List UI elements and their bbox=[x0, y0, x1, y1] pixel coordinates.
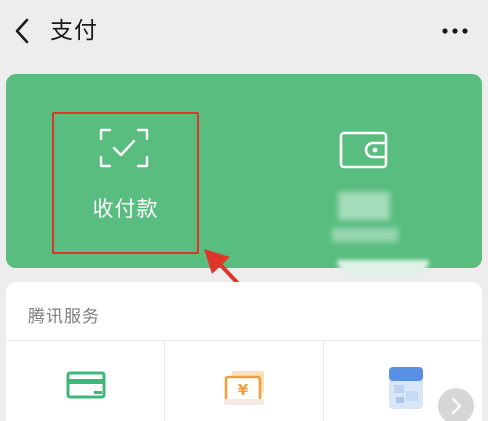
id-card-icon bbox=[389, 367, 423, 409]
service-item-wealth[interactable]: ¥ bbox=[165, 341, 323, 421]
yuan-money-icon: ¥ bbox=[224, 371, 264, 405]
wallet-icon bbox=[339, 131, 388, 169]
svg-text:¥: ¥ bbox=[238, 381, 249, 399]
balance-caption-blurred bbox=[332, 228, 398, 242]
back-button[interactable] bbox=[8, 16, 36, 46]
scan-check-icon bbox=[99, 128, 149, 168]
service-item-card-repayment[interactable] bbox=[6, 341, 164, 421]
scroll-right-button[interactable] bbox=[438, 388, 474, 421]
more-button[interactable] bbox=[438, 20, 472, 42]
receive-pay-label: 收付款 bbox=[92, 197, 159, 221]
wallet-underline-blurred bbox=[337, 260, 429, 274]
chevron-left-icon bbox=[15, 18, 29, 44]
services-title: 腾讯服务 bbox=[28, 307, 100, 327]
services-card: 腾讯服务 ¥ bbox=[6, 282, 482, 421]
more-dots-icon bbox=[442, 28, 468, 34]
chevron-right-icon bbox=[451, 397, 462, 415]
credit-card-icon bbox=[66, 371, 106, 399]
balance-amount-blurred bbox=[338, 192, 390, 220]
